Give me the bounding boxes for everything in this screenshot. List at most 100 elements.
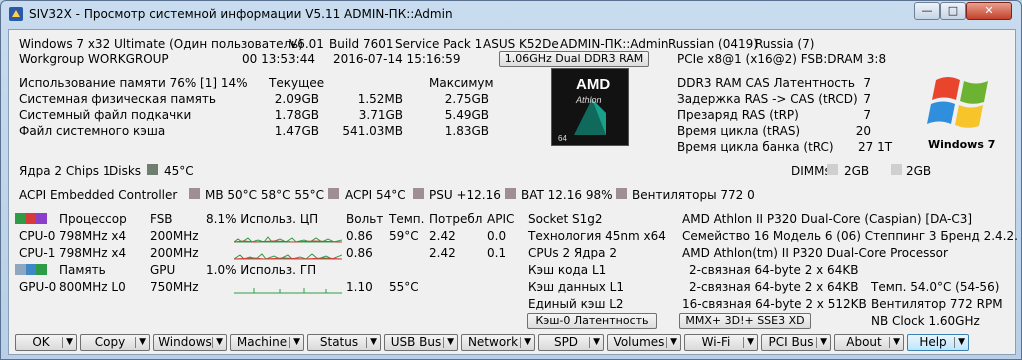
copy-button-label: Copy [94, 335, 126, 349]
about-button-label: About [846, 335, 882, 349]
l1-code-label: Кэш кода L1 [528, 263, 607, 277]
window-title: SIV32X - Просмотр системной информации V… [29, 7, 453, 21]
ddr-value: 20 [855, 124, 871, 138]
dimm-size: 2GB [906, 164, 932, 178]
memory-row-value: 2.09GB [274, 92, 319, 106]
cpu-header-apic: APIC [487, 212, 515, 226]
title-bar[interactable]: SIV32X - Просмотр системной информации V… [1, 1, 1021, 29]
app-window: SIV32X - Просмотр системной информации V… [0, 0, 1022, 360]
memory-current-header: Текущее [269, 76, 325, 90]
cpu-row-clock: 798MHz x4 [59, 246, 127, 260]
app-icon [9, 7, 23, 21]
l2-value: 16-связная 64-byte 2 x 512KB [682, 297, 867, 311]
dimm-size: 2GB [844, 164, 870, 178]
volumes-button[interactable]: Volumes ▼ [607, 334, 681, 351]
nb-clock: NB Clock 1.60GHz [871, 314, 980, 328]
chevron-down-icon: ▼ [820, 337, 827, 347]
cpu-row-temp: 59°C [389, 229, 419, 243]
tech-label: Технология 45nm x64 [528, 229, 666, 243]
machine-button[interactable]: Machine ▼ [230, 334, 304, 351]
minimize-button[interactable]: — [914, 2, 940, 20]
gpu-header-memory: Память [59, 263, 106, 277]
cpu-features-button[interactable]: MMX+ 3D!+ SSE3 XD [679, 313, 811, 329]
spd-button[interactable]: SPD ▼ [538, 334, 604, 351]
close-icon: ✕ [984, 4, 994, 17]
cpu-row-power: 2.42 [429, 246, 456, 260]
uptime-label: 00 13:53:44 [242, 52, 315, 66]
memory-row-value: 1.83GB [444, 124, 489, 138]
cpu-row-apic: 0.1 [487, 246, 507, 260]
model-label: ASUS K52De [483, 37, 559, 51]
memory-row-label: Системный файл подкачки [19, 108, 192, 122]
acpi-label: ACPI Embedded Controller [19, 188, 178, 202]
cpu-usage-graph [234, 236, 342, 243]
ok-button-label: OK [32, 335, 50, 349]
chevron-down-icon: ▼ [370, 337, 377, 347]
cpus-label: CPUs 2 Ядра 2 [528, 246, 617, 260]
windows-button-label: Windows [158, 335, 212, 349]
disk-temp: 45°C [164, 164, 194, 178]
pci-bus-button[interactable]: PCI Bus ▼ [761, 334, 831, 351]
network-button[interactable]: Network ▼ [461, 334, 535, 351]
os-version: V6.01 [289, 37, 324, 51]
ok-button[interactable]: OK ▼ [15, 334, 77, 351]
service-pack: Service Pack 1 [395, 37, 483, 51]
cache-latency-button[interactable]: Кэш-0 Латентность [527, 313, 657, 329]
maximize-icon: □ [947, 4, 959, 17]
windows-button[interactable]: Windows ▼ [153, 334, 227, 351]
memory-row-value: 1.78GB [274, 108, 319, 122]
cpu-header-temp: Темп. [389, 212, 425, 226]
windows-logo: Windows 7 [914, 70, 1009, 154]
ddr-label: Время цикла (tRAS) [677, 124, 801, 138]
gpu-header-usage: 1.0% Использ. ГП [206, 263, 317, 277]
cpu-row-name: CPU-1 [19, 246, 56, 260]
memory-row-value: 1.52MB [357, 92, 403, 106]
help-button-label: Help [919, 335, 947, 349]
ddr-label: Задержка RAS -> CAS (tRCD) [677, 92, 858, 106]
sensor-icon [413, 188, 424, 199]
cpu-fullname: AMD Athlon(tm) II P320 Dual-Core Process… [682, 246, 948, 260]
gpu-usage-graph [234, 288, 342, 294]
help-button[interactable]: Help ▼ [907, 334, 969, 351]
chevron-down-icon: ▼ [958, 337, 965, 347]
memory-type-button[interactable]: 1.06GHz Dual DDR3 RAM [499, 51, 649, 67]
ddr-value: 7 [863, 108, 871, 122]
cpu-row-fsb: 200MHz [150, 229, 199, 243]
dimm-slot-icon [827, 164, 838, 175]
windows-flag-icon [927, 77, 988, 128]
cpu-temp: Темп. 54.0°C (54-56) [871, 280, 1000, 294]
disk-status-icon [147, 164, 158, 175]
os-label: Windows 7 x32 Ultimate (Один пользовател… [19, 37, 303, 51]
gpu-row-temp: 55°C [389, 280, 419, 294]
cores-label: Ядра 2 Chips 1 [19, 164, 111, 178]
copy-button[interactable]: Copy ▼ [80, 334, 150, 351]
usb-bus-button[interactable]: USB Bus ▼ [384, 334, 458, 351]
gpu-row-volt: 1.10 [346, 280, 373, 294]
datetime-label: 2016-07-14 15:16:59 [333, 52, 461, 66]
cpu-row-volt: 0.86 [346, 229, 373, 243]
sensor-icon [616, 188, 627, 199]
chevron-down-icon: ▼ [747, 337, 754, 347]
cpu-header-fsb: FSB [150, 212, 173, 226]
cpu-vendor-logo: AMD Athlon 64 [551, 68, 629, 146]
wifi-button[interactable]: Wi-Fi ▼ [684, 334, 758, 351]
about-button[interactable]: About ▼ [834, 334, 904, 351]
cpu-family: Семейство 16 Модель 6 (06) Степпинг 3 Бр… [682, 229, 1018, 243]
usb-bus-button-label: USB Bus [390, 335, 442, 349]
machine-button-label: Machine [236, 335, 288, 349]
status-button[interactable]: Status ▼ [307, 334, 381, 351]
minimize-icon: — [921, 4, 933, 17]
dimms-label: DIMMs [791, 164, 831, 178]
l1-data-label: Кэш данных L1 [528, 280, 624, 294]
cpu-row-fsb: 200MHz [150, 246, 199, 260]
close-button[interactable]: ✕ [966, 2, 1012, 20]
pcie-label: PCIe x8@1 (x16@2) FSB:DRAM 3:8 [677, 52, 887, 66]
memory-row-label: Системная физическая память [19, 92, 216, 106]
chevron-down-icon: ▼ [893, 337, 900, 347]
sensor-icon [189, 188, 200, 199]
memory-row-value: 5.49GB [444, 108, 489, 122]
cpu-row-clock: 798MHz x4 [59, 229, 127, 243]
maximize-button[interactable]: □ [940, 2, 966, 20]
volumes-button-label: Volumes [613, 335, 665, 349]
gpu-header-gpu: GPU [150, 263, 176, 277]
